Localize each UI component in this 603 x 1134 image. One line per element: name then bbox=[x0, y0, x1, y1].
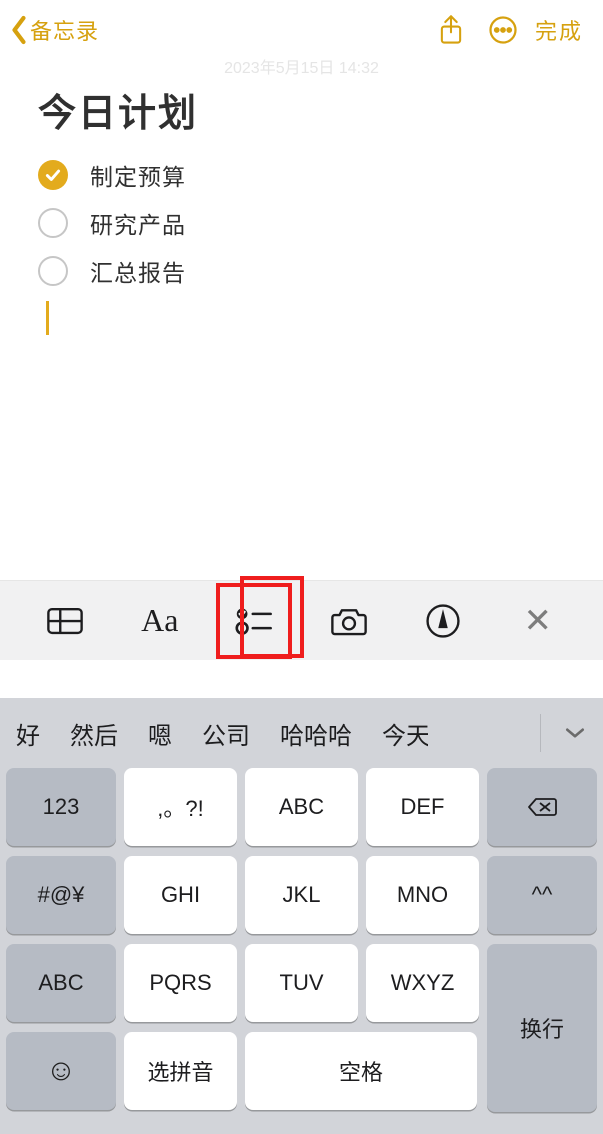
key-space[interactable]: 空格 bbox=[245, 1032, 477, 1110]
back-label: 备忘录 bbox=[30, 14, 99, 46]
candidate[interactable]: 公司 bbox=[202, 716, 250, 751]
candidate[interactable]: 哈哈哈 bbox=[280, 716, 352, 751]
candidate[interactable]: 然后 bbox=[70, 716, 118, 751]
checklist-item[interactable]: 研究产品 bbox=[38, 199, 565, 247]
text-style-button[interactable]: Aa bbox=[130, 591, 190, 651]
share-button[interactable] bbox=[425, 8, 477, 52]
key-emoji[interactable]: ☺ bbox=[6, 1032, 116, 1110]
done-button[interactable]: 完成 bbox=[535, 14, 583, 46]
key-123[interactable]: 123 bbox=[6, 768, 116, 846]
key-pqrs[interactable]: PQRS bbox=[124, 944, 237, 1022]
key-ghi[interactable]: GHI bbox=[124, 856, 237, 934]
candidate[interactable]: 好 bbox=[16, 716, 40, 751]
chevron-left-icon bbox=[10, 15, 28, 45]
key-symbols[interactable]: #@¥ bbox=[6, 856, 116, 934]
checkbox-checked-icon[interactable] bbox=[38, 160, 68, 190]
note-body[interactable]: 今日计划 制定预算研究产品汇总报告 bbox=[0, 60, 603, 335]
divider bbox=[540, 714, 541, 752]
back-button[interactable]: 备忘录 bbox=[10, 14, 99, 46]
key-wxyz[interactable]: WXYZ bbox=[366, 944, 479, 1022]
key-punct[interactable]: ,。?! bbox=[124, 768, 237, 846]
key-def[interactable]: DEF bbox=[366, 768, 479, 846]
key-tuv[interactable]: TUV bbox=[245, 944, 358, 1022]
checkbox-unchecked-icon[interactable] bbox=[38, 208, 68, 238]
checklist-text[interactable]: 研究产品 bbox=[90, 206, 186, 240]
checklist-text[interactable]: 制定预算 bbox=[90, 158, 186, 192]
candidate-expand-button[interactable] bbox=[553, 711, 597, 755]
format-toolbar: Aa ✕ bbox=[0, 580, 603, 660]
keyboard: 好 然后 嗯 公司 哈哈哈 今天 123 ,。?! ABC DEF #@¥ GH… bbox=[0, 698, 603, 1134]
nav-bar: 备忘录 完成 bbox=[0, 0, 603, 60]
more-button[interactable] bbox=[477, 8, 529, 52]
checklist-text[interactable]: 汇总报告 bbox=[90, 254, 186, 288]
key-face[interactable]: ^^ bbox=[487, 856, 597, 934]
note-title[interactable]: 今日计划 bbox=[38, 82, 565, 137]
key-abc2[interactable]: ABC bbox=[245, 768, 358, 846]
checkbox-unchecked-icon[interactable] bbox=[38, 256, 68, 286]
key-select-pinyin[interactable]: 选拼音 bbox=[124, 1032, 237, 1110]
camera-button[interactable] bbox=[319, 591, 379, 651]
checklist-item[interactable]: 汇总报告 bbox=[38, 247, 565, 295]
table-button[interactable] bbox=[35, 591, 95, 651]
markup-button[interactable] bbox=[413, 591, 473, 651]
candidate-bar: 好 然后 嗯 公司 哈哈哈 今天 bbox=[0, 698, 603, 768]
key-delete[interactable] bbox=[487, 768, 597, 846]
note-timestamp: 2023年5月15日 14:32 bbox=[0, 54, 603, 78]
text-cursor bbox=[46, 301, 49, 335]
checklist-item[interactable]: 制定预算 bbox=[38, 151, 565, 199]
key-jkl[interactable]: JKL bbox=[245, 856, 358, 934]
key-mno[interactable]: MNO bbox=[366, 856, 479, 934]
candidate[interactable]: 嗯 bbox=[148, 716, 172, 751]
candidate[interactable]: 今天 bbox=[382, 716, 428, 751]
checklist-button[interactable] bbox=[224, 591, 284, 651]
close-toolbar-button[interactable]: ✕ bbox=[508, 591, 568, 651]
key-return[interactable]: 换行 bbox=[487, 944, 597, 1112]
key-abc-mode[interactable]: ABC bbox=[6, 944, 116, 1022]
